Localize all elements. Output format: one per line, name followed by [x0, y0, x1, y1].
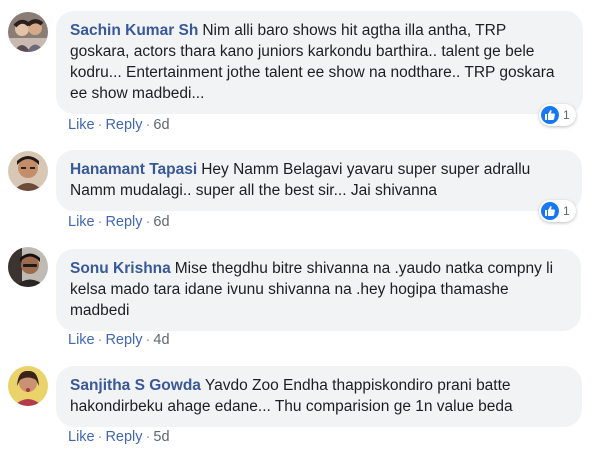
like-icon	[541, 106, 559, 124]
comment-author[interactable]: Sachin Kumar Sh	[70, 22, 198, 39]
reaction-count[interactable]: 1	[539, 104, 576, 126]
reaction-count[interactable]: 1	[539, 200, 576, 222]
reply-link[interactable]: Reply	[105, 429, 142, 445]
comment-actions: Like · Reply · 6d	[68, 214, 170, 230]
like-link[interactable]: Like	[68, 429, 95, 445]
comment-time[interactable]: 6d	[153, 214, 169, 230]
avatar[interactable]	[8, 151, 48, 191]
comment-actions: Like · Reply · 6d	[68, 117, 170, 133]
separator: ·	[97, 117, 103, 133]
comment-bubble: Hanamant Tapasi Hey Namm Belagavi yavaru …	[56, 150, 582, 211]
reply-link[interactable]: Reply	[105, 117, 142, 133]
comment-time[interactable]: 6d	[153, 117, 169, 133]
avatar[interactable]	[8, 366, 48, 406]
avatar[interactable]	[8, 12, 48, 52]
separator: ·	[145, 117, 151, 133]
comment-time[interactable]: 4d	[153, 332, 169, 348]
separator: ·	[145, 429, 151, 445]
separator: ·	[97, 429, 103, 445]
like-link[interactable]: Like	[68, 214, 95, 230]
comment-time[interactable]: 5d	[153, 429, 169, 445]
avatar[interactable]	[8, 247, 48, 287]
comment-actions: Like · Reply · 5d	[68, 429, 170, 445]
reply-link[interactable]: Reply	[105, 214, 142, 230]
like-icon	[541, 202, 559, 220]
separator: ·	[97, 214, 103, 230]
like-link[interactable]: Like	[68, 332, 95, 348]
comment-bubble: Sachin Kumar Sh Nim alli baro shows hit a…	[56, 11, 583, 114]
comment-bubble: Sanjitha S Gowda Yavdo Zoo Endha thappisk…	[56, 366, 582, 427]
comment-author[interactable]: Sanjitha S Gowda	[70, 377, 201, 394]
comment-author[interactable]: Hanamant Tapasi	[70, 161, 197, 178]
like-link[interactable]: Like	[68, 117, 95, 133]
separator: ·	[145, 332, 151, 348]
reaction-count-value: 1	[563, 204, 570, 218]
separator: ·	[97, 332, 103, 348]
comment-author[interactable]: Sonu Krishna	[70, 260, 171, 277]
comment-bubble: Sonu Krishna Mise thegdhu bitre shivanna …	[56, 249, 581, 331]
reaction-count-value: 1	[563, 108, 570, 122]
separator: ·	[145, 214, 151, 230]
reply-link[interactable]: Reply	[105, 332, 142, 348]
comment-actions: Like · Reply · 4d	[68, 332, 170, 348]
